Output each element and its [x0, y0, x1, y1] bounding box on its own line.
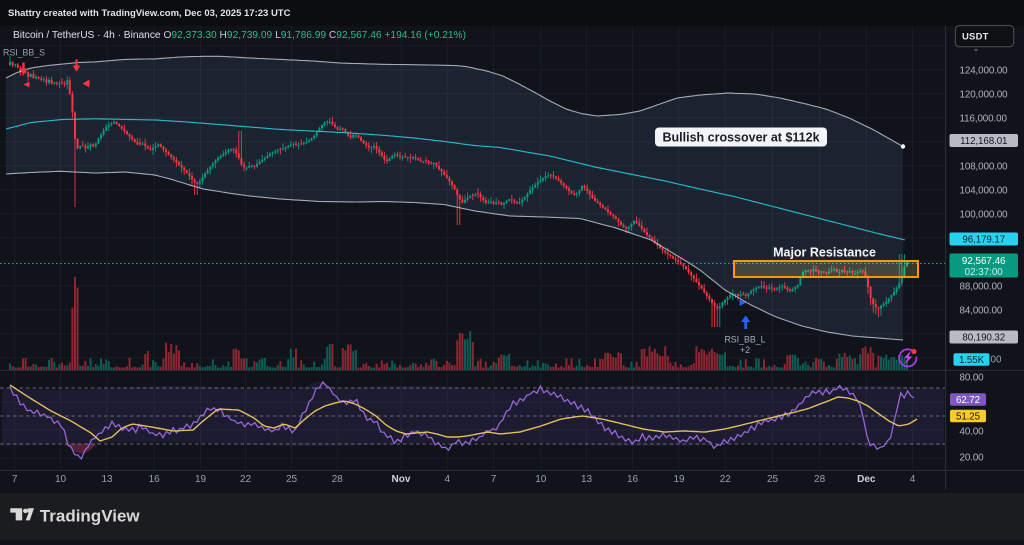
svg-text:+2: +2	[740, 345, 750, 355]
svg-text:96,179.17: 96,179.17	[962, 235, 1005, 246]
svg-text:120,000.00: 120,000.00	[960, 90, 1009, 101]
svg-text:104,000.00: 104,000.00	[960, 186, 1009, 197]
svg-text:7: 7	[12, 474, 18, 485]
svg-text:Bitcoin / TetherUS · 4h · Bina: Bitcoin / TetherUS · 4h · Binance O92,37…	[13, 30, 466, 41]
svg-text:28: 28	[332, 474, 344, 485]
svg-text:13: 13	[581, 474, 593, 485]
svg-text:25: 25	[767, 474, 779, 485]
svg-text:22: 22	[720, 474, 732, 485]
svg-text:7: 7	[491, 474, 497, 485]
svg-text:Dec: Dec	[857, 474, 876, 485]
svg-text:112,168.01: 112,168.01	[960, 136, 1007, 147]
svg-text:4: 4	[445, 474, 451, 485]
svg-text:19: 19	[673, 474, 685, 485]
svg-text:16: 16	[627, 474, 639, 485]
svg-text:28: 28	[814, 474, 826, 485]
svg-text:13: 13	[101, 474, 113, 485]
svg-text:RSI_BB_L: RSI_BB_L	[724, 335, 765, 345]
svg-text:40.00: 40.00	[960, 427, 985, 438]
svg-text:19: 19	[195, 474, 207, 485]
svg-text:Bullish crossover at $112k: Bullish crossover at $112k	[662, 131, 819, 145]
svg-text:22: 22	[240, 474, 252, 485]
svg-text:Nov: Nov	[392, 474, 411, 485]
svg-text:124,000.00: 124,000.00	[960, 66, 1009, 77]
svg-text:62.72: 62.72	[956, 395, 980, 406]
svg-text:25: 25	[286, 474, 298, 485]
svg-text:16: 16	[149, 474, 161, 485]
svg-text:10: 10	[535, 474, 547, 485]
svg-text:80.00: 80.00	[960, 373, 985, 384]
svg-text:88,000.00: 88,000.00	[960, 282, 1003, 293]
svg-text:80,190.32: 80,190.32	[962, 333, 1005, 344]
svg-text:4: 4	[910, 474, 916, 485]
svg-text:00: 00	[991, 355, 1002, 366]
svg-text:51.25: 51.25	[956, 412, 981, 423]
svg-text:02:37:00: 02:37:00	[965, 267, 1004, 278]
svg-text:84,000.00: 84,000.00	[960, 306, 1003, 317]
svg-text:92,567.46: 92,567.46	[962, 256, 1006, 267]
svg-text:TradingView: TradingView	[40, 507, 141, 526]
svg-text:RSI_BB_S: RSI_BB_S	[3, 48, 45, 58]
svg-text:116,000.00: 116,000.00	[960, 114, 1008, 125]
svg-text:Major Resistance: Major Resistance	[773, 246, 876, 260]
svg-text:20.00: 20.00	[960, 453, 985, 464]
svg-text:Shattry created with TradingVi: Shattry created with TradingView.com, De…	[8, 8, 291, 19]
svg-text:10: 10	[55, 474, 67, 485]
svg-text:108,000.00: 108,000.00	[960, 162, 1009, 173]
svg-text:100,000.00: 100,000.00	[960, 210, 1009, 221]
svg-text:USDT: USDT	[962, 32, 989, 43]
svg-text:1.55K: 1.55K	[959, 355, 985, 366]
